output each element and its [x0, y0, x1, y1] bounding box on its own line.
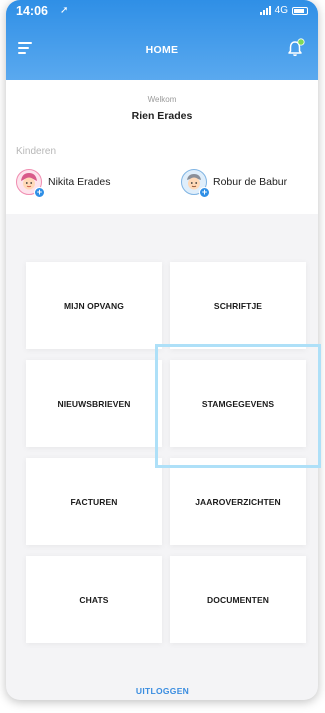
welcome-section: Welkom Rien Erades Kinderen + Nikita Era… — [6, 80, 318, 214]
tile-facturen[interactable]: FACTUREN — [26, 458, 162, 545]
tile-nieuwsbrieven[interactable]: NIEUWSBRIEVEN — [26, 360, 162, 447]
tile-chats[interactable]: CHATS — [26, 556, 162, 643]
tile-schriftje[interactable]: SCHRIFTJE — [170, 262, 306, 349]
status-time: 14:06 — [16, 4, 48, 18]
logout-button[interactable]: UITLOGGEN — [0, 686, 325, 696]
tile-stamgegevens[interactable]: STAMGEGEVENS — [170, 360, 306, 447]
child-avatar-boy-icon: + — [181, 169, 210, 198]
app-header: 14:06 ➚ 4G HOME — [6, 0, 318, 80]
tile-label: JAAROVERZICHTEN — [195, 496, 281, 507]
tile-label: MIJN OPVANG — [64, 300, 124, 311]
tile-jaaroverzichten[interactable]: JAAROVERZICHTEN — [170, 458, 306, 545]
tile-label: FACTUREN — [70, 496, 118, 507]
location-arrow-icon: ➚ — [60, 5, 69, 16]
network-type: 4G — [274, 5, 288, 16]
child-item[interactable]: + Robur de Babur — [181, 168, 288, 198]
child-name: Robur de Babur — [213, 176, 288, 188]
children-label: Kinderen — [16, 146, 57, 157]
tile-label: DOCUMENTEN — [207, 594, 269, 605]
tile-label: NIEUWSBRIEVEN — [57, 398, 131, 409]
child-avatar-girl-icon: + — [16, 169, 45, 198]
tile-documenten[interactable]: DOCUMENTEN — [170, 556, 306, 643]
signal-icon — [259, 6, 271, 15]
tile-mijn-opvang[interactable]: MIJN OPVANG — [26, 262, 162, 349]
child-name: Nikita Erades — [48, 176, 111, 188]
battery-icon — [292, 6, 308, 15]
page-title: HOME — [145, 44, 179, 56]
add-icon: + — [199, 187, 210, 198]
tile-label: CHATS — [79, 594, 109, 605]
child-item[interactable]: + Nikita Erades — [16, 168, 111, 198]
status-bar: 14:06 ➚ 4G — [6, 4, 318, 20]
bell-icon[interactable] — [286, 38, 306, 58]
add-icon: + — [34, 187, 45, 198]
tile-label: SCHRIFTJE — [213, 300, 263, 311]
tile-label: STAMGEGEVENS — [201, 398, 275, 409]
status-indicators: 4G — [259, 5, 308, 16]
app-screen: 14:06 ➚ 4G HOME Welkom Rien Erades Kinde… — [6, 0, 318, 700]
menu-grid: MIJN OPVANG SCHRIFTJE NIEUWSBRIEVEN STAM… — [6, 214, 318, 654]
user-name: Rien Erades — [131, 110, 193, 122]
greeting-label: Welkom — [147, 95, 177, 104]
